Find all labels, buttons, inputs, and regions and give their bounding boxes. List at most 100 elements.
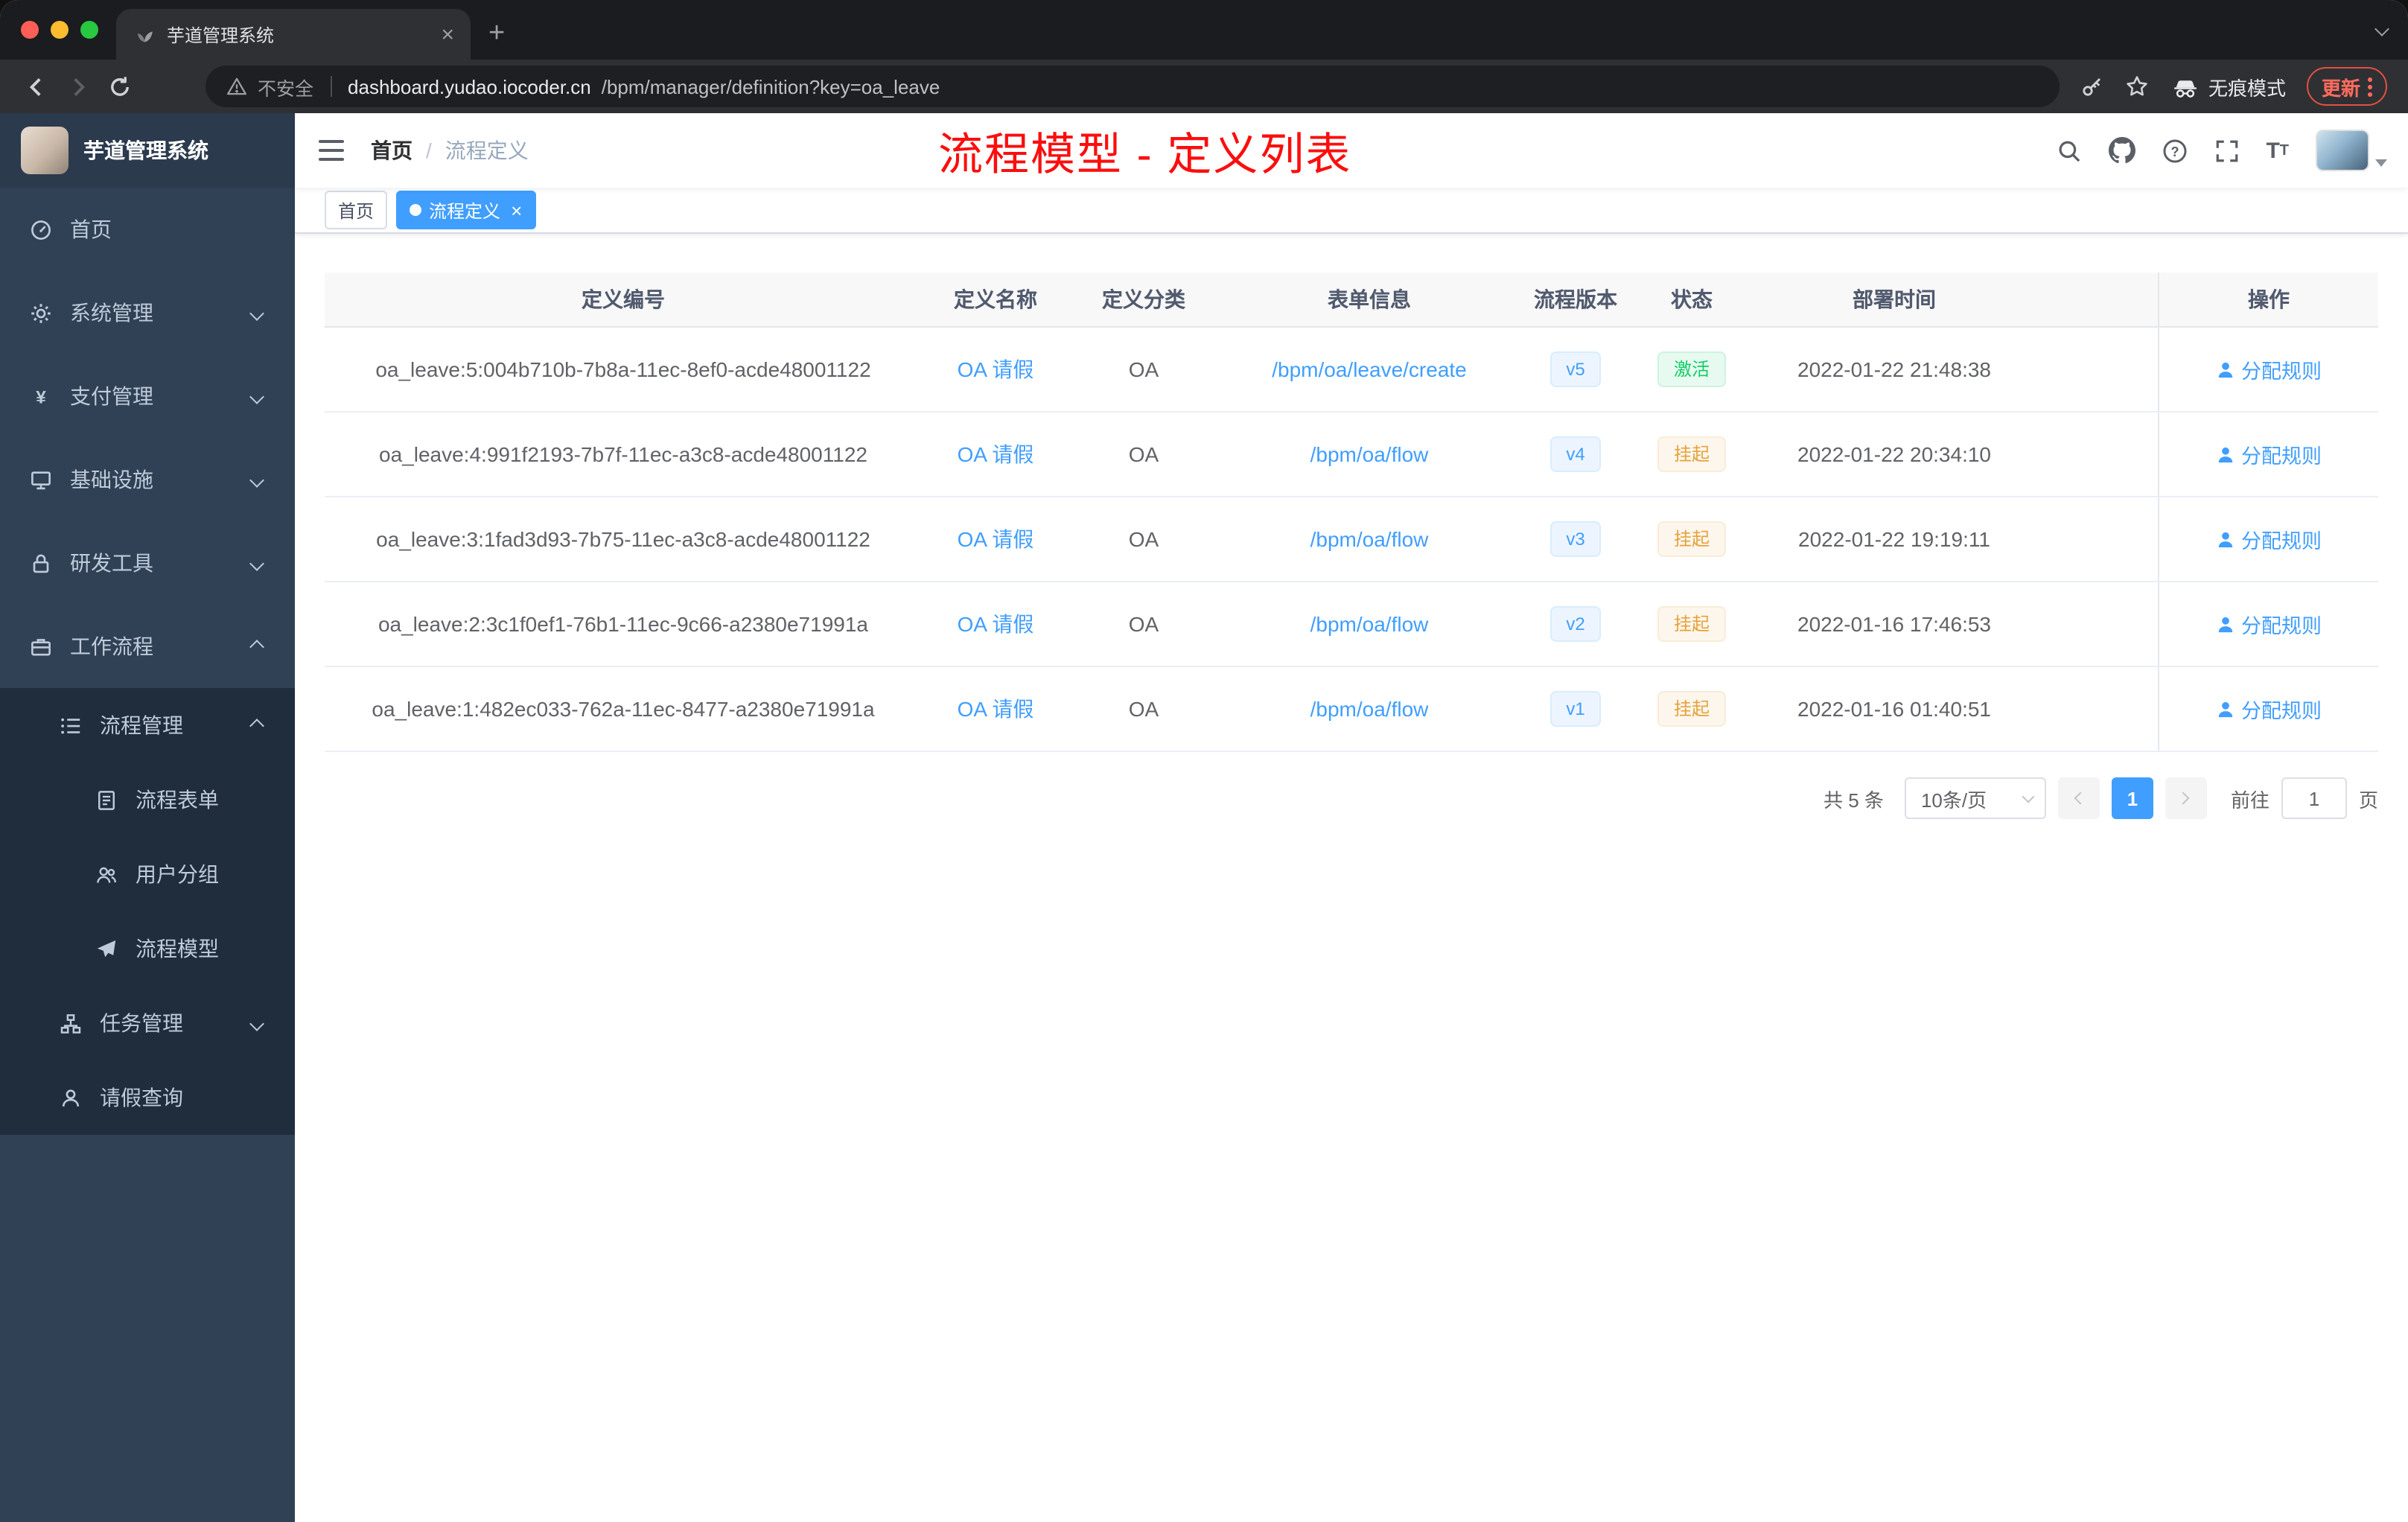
sidebar-item-label: 流程表单 [136, 788, 219, 812]
assign-rule-link[interactable]: 分配规则 [2216, 354, 2322, 384]
definition-name-link[interactable]: OA 请假 [958, 612, 1034, 636]
sidebar-item-devtools[interactable]: 研发工具 [0, 521, 295, 605]
browser-menu-icon[interactable] [2368, 77, 2372, 96]
password-key-icon[interactable] [2080, 74, 2104, 98]
sidebar-item-label: 支付管理 [70, 384, 153, 408]
cell-actions: 分配规则 [2158, 582, 2378, 666]
version-badge: v4 [1549, 436, 1602, 472]
cell-category: OA [1128, 442, 1159, 466]
table-header: 定义编号 定义名称 定义分类 表单信息 流程版本 状态 部署时间 操作 [325, 273, 2378, 328]
assign-rule-link[interactable]: 分配规则 [2216, 524, 2322, 554]
assign-rule-link[interactable]: 分配规则 [2216, 609, 2322, 639]
forward-button[interactable] [57, 66, 98, 107]
sidebar-item-label: 流程模型 [136, 937, 219, 961]
close-window-button[interactable] [21, 21, 39, 39]
avatar[interactable] [2316, 130, 2369, 171]
update-label: 更新 [2321, 77, 2360, 99]
table-row: oa_leave:4:991f2193-7b7f-11ec-a3c8-acde4… [325, 413, 2378, 497]
user-menu[interactable] [2316, 130, 2387, 171]
list-icon [60, 714, 82, 736]
hamburger-icon[interactable] [295, 140, 368, 161]
sidebar-item-user-group[interactable]: 用户分组 [0, 837, 295, 911]
definition-name-link[interactable]: OA 请假 [958, 527, 1034, 551]
sidebar-item-payment[interactable]: ¥ 支付管理 [0, 354, 295, 438]
form-link[interactable]: /bpm/oa/leave/create [1272, 357, 1467, 381]
sidebar-item-infrastructure[interactable]: 基础设施 [0, 438, 295, 521]
browser-update-button[interactable]: 更新 [2306, 67, 2387, 106]
cell-definition-id: oa_leave:3:1fad3d93-7b75-11ec-a3c8-acde4… [376, 527, 870, 551]
table-row: oa_leave:5:004b710b-7b8a-11ec-8ef0-acde4… [325, 328, 2378, 413]
sidebar-item-process-management[interactable]: 流程管理 [0, 688, 295, 762]
sidebar-logo[interactable]: 芋道管理系统 [0, 113, 295, 188]
cell-status: 挂起 [1631, 436, 1753, 472]
fullscreen-icon[interactable] [2214, 138, 2239, 163]
minimize-window-button[interactable] [51, 21, 69, 39]
security-label[interactable]: 不安全 [258, 72, 313, 101]
page-unit-label: 页 [2358, 789, 2378, 811]
sidebar-item-system[interactable]: 系统管理 [0, 271, 295, 354]
chevron-down-icon [249, 472, 264, 487]
form-link[interactable]: /bpm/oa/flow [1310, 697, 1429, 721]
sidebar-item-leave-query[interactable]: 请假查询 [0, 1060, 295, 1135]
page-number-button[interactable]: 1 [2111, 777, 2153, 819]
form-link[interactable]: /bpm/oa/flow [1310, 442, 1429, 466]
caret-down-icon [2375, 159, 2387, 167]
sidebar-item-home[interactable]: 首页 [0, 188, 295, 271]
sidebar-item-label: 系统管理 [70, 301, 153, 325]
sidebar: 芋道管理系统 首页 系统管理 ¥ 支付管理 基础设施 研发工具 工作流程 流程管… [0, 113, 295, 1522]
tab-search-icon[interactable] [2374, 22, 2389, 36]
cell-actions: 分配规则 [2158, 328, 2378, 411]
sidebar-item-workflow[interactable]: 工作流程 [0, 605, 295, 688]
github-icon[interactable] [2108, 137, 2135, 164]
cell-category: OA [1128, 612, 1159, 636]
search-icon[interactable] [2056, 138, 2081, 163]
cell-actions: 分配规则 [2158, 497, 2378, 581]
sidebar-item-label: 用户分组 [136, 862, 219, 886]
tag-active-dot [410, 204, 422, 216]
help-icon[interactable]: ? [2162, 138, 2187, 163]
tag-process-definition[interactable]: 流程定义 × [396, 191, 536, 229]
sidebar-item-label: 首页 [70, 217, 112, 241]
breadcrumb-current: 流程定义 [445, 138, 529, 162]
cell-actions: 分配规则 [2158, 413, 2378, 496]
goto-page-input[interactable] [2281, 777, 2347, 819]
annotation-title: 流程模型 - 定义列表 [938, 131, 1352, 180]
yen-icon: ¥ [30, 385, 52, 407]
main-area: 首页 / 流程定义 流程模型 - 定义列表 ? T T 首页 流程定义 × 定义… [295, 113, 2408, 1522]
page-size-select[interactable]: 10条/页 [1904, 777, 2046, 819]
gear-icon [30, 302, 52, 324]
tree-icon [60, 1012, 82, 1034]
form-link[interactable]: /bpm/oa/flow [1310, 527, 1429, 551]
assign-rule-link[interactable]: 分配规则 [2216, 694, 2322, 724]
browser-tab[interactable]: 芋道管理系统 × [116, 9, 471, 60]
prev-page-button[interactable] [2057, 777, 2100, 819]
breadcrumb-home[interactable]: 首页 [371, 136, 413, 165]
definition-name-link[interactable]: OA 请假 [958, 357, 1034, 381]
cell-deploy-time: 2022-01-16 17:46:53 [1797, 612, 1991, 636]
sidebar-item-task-management[interactable]: 任务管理 [0, 986, 295, 1060]
sidebar-item-label: 任务管理 [100, 1011, 183, 1035]
address-bar[interactable]: 不安全 dashboard.yudao.iocoder.cn/bpm/manag… [206, 66, 2060, 107]
next-page-button[interactable] [2165, 777, 2207, 819]
definition-name-link[interactable]: OA 请假 [958, 697, 1034, 721]
cell-status: 挂起 [1631, 691, 1753, 727]
bookmark-star-icon[interactable] [2125, 74, 2149, 98]
sidebar-item-label: 请假查询 [100, 1086, 183, 1109]
monitor-icon [30, 468, 52, 491]
user-icon [2218, 531, 2233, 547]
reload-button[interactable] [98, 66, 140, 107]
sidebar-item-process-form[interactable]: 流程表单 [0, 762, 295, 837]
assign-rule-link[interactable]: 分配规则 [2216, 439, 2322, 469]
sidebar-item-process-model[interactable]: 流程模型 [0, 911, 295, 986]
close-tab-icon[interactable]: × [436, 23, 459, 45]
tag-home[interactable]: 首页 [325, 191, 388, 229]
close-tag-icon[interactable]: × [508, 200, 522, 220]
zoom-window-button[interactable] [80, 21, 98, 39]
definition-name-link[interactable]: OA 请假 [958, 442, 1034, 466]
form-link[interactable]: /bpm/oa/flow [1310, 612, 1429, 636]
cell-definition-id: oa_leave:1:482ec033-762a-11ec-8477-a2380… [372, 697, 875, 721]
new-tab-button[interactable]: + [471, 18, 523, 60]
font-size-icon[interactable]: TT [2266, 138, 2289, 163]
back-button[interactable] [15, 66, 57, 107]
cell-status: 挂起 [1631, 606, 1753, 642]
